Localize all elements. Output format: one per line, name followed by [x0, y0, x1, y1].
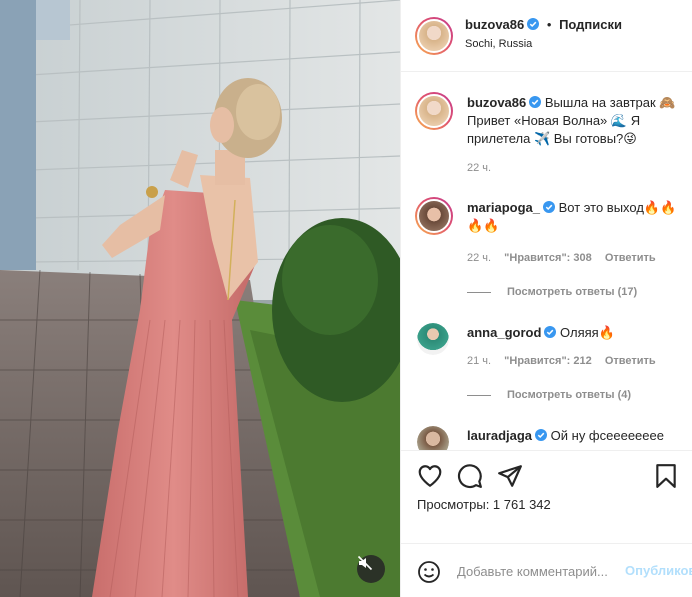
- comment-avatar[interactable]: [417, 323, 449, 355]
- header-author: buzova86 • Подписки: [465, 17, 622, 32]
- comment-username[interactable]: mariapoga_: [467, 200, 540, 215]
- caption-text-block: buzova86 Вышла на завтрак 🙈 Привет «Нова…: [467, 94, 687, 148]
- view-replies-label: Посмотреть ответы (17): [507, 286, 638, 298]
- post-modal: buzova86 • Подписки Sochi, Russia buzova…: [0, 0, 692, 597]
- smiley-icon[interactable]: [417, 560, 441, 584]
- comment-username[interactable]: lauradjaga: [467, 428, 532, 443]
- paper-plane-icon[interactable]: [497, 463, 523, 489]
- view-replies-label: Посмотреть ответы (4): [507, 389, 632, 401]
- verified-badge-icon: [529, 96, 542, 108]
- post-header: buzova86 • Подписки Sochi, Russia: [401, 0, 692, 72]
- comment-text-block: mariapoga_ Вот это выход🔥🔥🔥🔥: [467, 199, 687, 235]
- comment-username[interactable]: anna_gorod: [467, 325, 541, 340]
- comment-avatar[interactable]: [415, 197, 453, 235]
- comments-list[interactable]: buzova86 Вышла на завтрак 🙈 Привет «Нова…: [401, 72, 692, 450]
- replies-line: [467, 291, 491, 293]
- caption-time[interactable]: 22 ч.: [467, 162, 491, 174]
- caption-username[interactable]: buzova86: [467, 95, 526, 110]
- heart-icon[interactable]: [417, 463, 443, 489]
- comment-item: lauradjaga Ой ну фсееееееее: [415, 425, 687, 450]
- separator-dot: •: [546, 17, 552, 32]
- video-frame: [0, 0, 400, 597]
- comment-likes[interactable]: "Нравится": 212: [504, 355, 592, 367]
- comment-meta: 22 ч. "Нравится": 308 Ответить: [467, 252, 666, 264]
- comment-likes[interactable]: "Нравится": 308: [504, 252, 592, 264]
- comment-time[interactable]: 22 ч.: [467, 252, 491, 264]
- comment-text-block: lauradjaga Ой ну фсееееееее: [467, 427, 687, 445]
- mute-button[interactable]: [357, 555, 385, 583]
- reply-button[interactable]: Ответить: [605, 252, 656, 264]
- add-comment-bar: Опубликовать: [401, 543, 692, 597]
- caption-meta: 22 ч.: [467, 162, 501, 174]
- comment-icon[interactable]: [457, 463, 483, 489]
- views-count[interactable]: Просмотры: 1 761 342: [417, 497, 551, 512]
- bookmark-icon[interactable]: [653, 463, 679, 489]
- comment-text: Оляяя🔥: [560, 325, 615, 340]
- comment-item: anna_gorod Оляяя🔥 21 ч. "Нравится": 212 …: [415, 322, 687, 422]
- post-details-panel: buzova86 • Подписки Sochi, Russia buzova…: [400, 0, 692, 597]
- view-replies-button[interactable]: Посмотреть ответы (17): [467, 286, 637, 298]
- comment-input[interactable]: [457, 561, 619, 581]
- view-replies-button[interactable]: Посмотреть ответы (4): [467, 389, 631, 401]
- verified-badge-icon: [535, 429, 548, 441]
- post-location[interactable]: Sochi, Russia: [465, 38, 532, 50]
- caption-avatar[interactable]: [415, 92, 453, 130]
- author-username[interactable]: buzova86: [465, 17, 524, 32]
- speaker-muted-icon: [357, 555, 373, 571]
- replies-line: [467, 394, 491, 396]
- verified-badge-icon: [542, 201, 555, 213]
- reply-button[interactable]: Ответить: [605, 355, 656, 367]
- comment-item: mariapoga_ Вот это выход🔥🔥🔥🔥 22 ч. "Нрав…: [415, 197, 687, 298]
- comment-text: Ой ну фсееееееее: [550, 428, 664, 443]
- comment-text-block: anna_gorod Оляяя🔥: [467, 324, 687, 342]
- comment-time[interactable]: 21 ч.: [467, 355, 491, 367]
- comment-avatar[interactable]: [417, 426, 449, 450]
- following-button[interactable]: Подписки: [559, 17, 622, 32]
- publish-button[interactable]: Опубликовать: [625, 563, 692, 578]
- comment-meta: 21 ч. "Нравится": 212 Ответить: [467, 355, 666, 367]
- verified-badge-icon: [544, 326, 557, 338]
- author-avatar[interactable]: [415, 17, 453, 55]
- post-video[interactable]: [0, 0, 400, 597]
- post-actions: Просмотры: 1 761 342: [401, 450, 692, 546]
- caption-item: buzova86 Вышла на завтрак 🙈 Привет «Нова…: [415, 92, 687, 182]
- verified-badge-icon: [527, 18, 540, 30]
